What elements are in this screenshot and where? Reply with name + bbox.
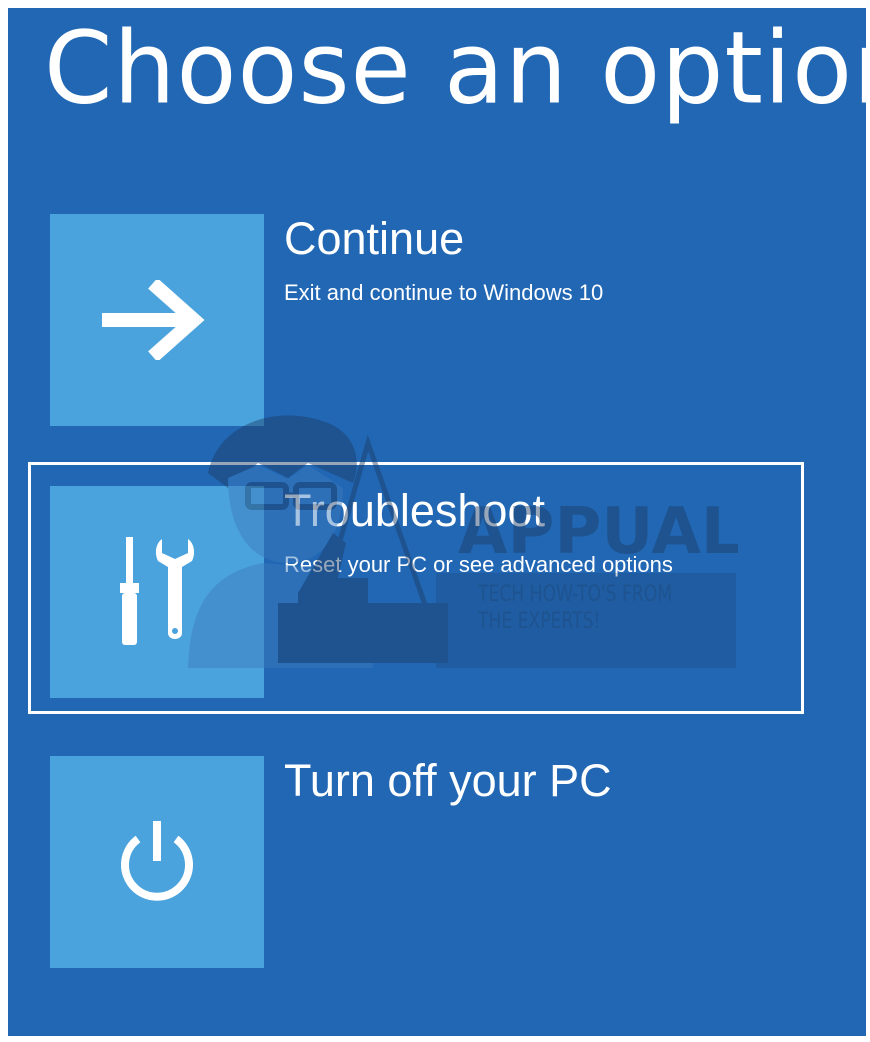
tools-icon xyxy=(120,537,195,645)
arrow-right-icon xyxy=(102,280,205,360)
troubleshoot-tile[interactable] xyxy=(50,486,264,698)
troubleshoot-option[interactable]: Troubleshoot Reset your PC or see advanc… xyxy=(50,486,830,698)
turn-off-label: Turn off your PC xyxy=(284,755,612,806)
continue-label: Continue xyxy=(284,213,465,264)
continue-description: Exit and continue to Windows 10 xyxy=(284,280,604,305)
power-icon xyxy=(121,821,193,901)
recovery-screen: Choose an option Continue Exit and conti… xyxy=(8,8,866,1036)
continue-tile[interactable] xyxy=(50,214,264,426)
turn-off-option[interactable]: Turn off your PC xyxy=(50,756,830,968)
troubleshoot-label: Troubleshoot xyxy=(284,485,545,536)
page-title: Choose an option xyxy=(44,10,866,128)
continue-option[interactable]: Continue Exit and continue to Windows 10 xyxy=(50,214,830,426)
troubleshoot-description: Reset your PC or see advanced options xyxy=(284,552,673,577)
turn-off-tile[interactable] xyxy=(50,756,264,968)
